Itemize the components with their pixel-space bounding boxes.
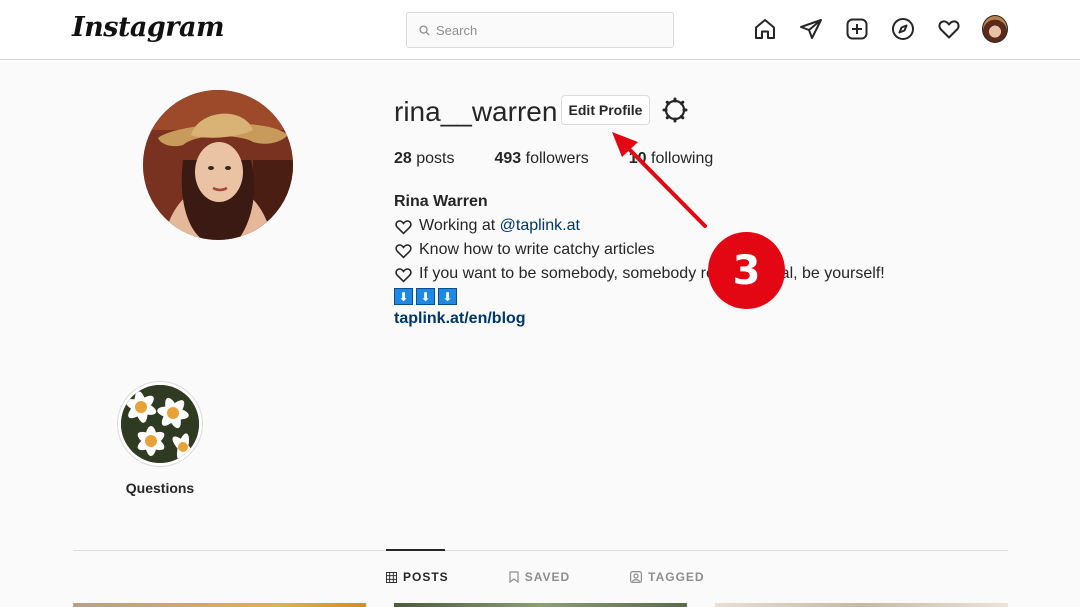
website-link[interactable]: taplink.at/en/blog	[394, 310, 526, 327]
direct-send-icon[interactable]	[798, 16, 824, 42]
profile-tabs: POSTS SAVED TAGGED	[386, 570, 765, 584]
highlight-label: Questions	[125, 480, 195, 496]
tab-label: TAGGED	[648, 570, 705, 584]
posts-count: 28 posts	[394, 150, 455, 167]
bio-text: Know how to write catchy articles	[419, 241, 655, 258]
profile-bio: Rina Warren Working at @taplink.at Know …	[394, 190, 954, 331]
heart-icon	[395, 267, 412, 283]
activity-heart-icon[interactable]	[936, 16, 962, 42]
tab-saved[interactable]: SAVED	[509, 570, 570, 584]
profile-avatar[interactable]	[982, 14, 1008, 43]
down-arrow-icon: ⬇	[438, 288, 457, 305]
top-navigation-bar: Instagram	[0, 0, 1080, 60]
active-tab-indicator	[386, 549, 445, 551]
heart-icon	[395, 219, 412, 235]
instagram-logo[interactable]: Instagram	[72, 12, 225, 43]
bio-line: If you want to be somebody, somebody rea…	[394, 262, 954, 286]
tab-posts[interactable]: POSTS	[386, 570, 449, 584]
avatar	[982, 14, 1008, 43]
profile-stats: 28 posts 493 followers 10 following	[394, 150, 753, 168]
following-link[interactable]: 10 following	[629, 150, 714, 168]
down-arrow-emojis: ⬇ ⬇ ⬇	[394, 288, 954, 305]
tab-label: SAVED	[524, 570, 571, 584]
edit-profile-button[interactable]: Edit Profile	[561, 95, 650, 125]
highlight-cover-image	[121, 385, 199, 463]
home-icon[interactable]	[752, 16, 778, 42]
settings-gear-icon[interactable]	[662, 97, 688, 123]
step-number-badge: 3	[708, 232, 785, 309]
bio-text: Working at	[419, 217, 496, 234]
bio-line: Working at @taplink.at	[394, 214, 954, 238]
down-arrow-icon: ⬇	[416, 288, 435, 305]
profile-picture[interactable]	[143, 90, 293, 240]
tagged-icon	[630, 571, 643, 583]
down-arrow-icon: ⬇	[394, 288, 413, 305]
taplink-mention-link[interactable]: @taplink.at	[500, 214, 580, 238]
tab-tagged[interactable]: TAGGED	[630, 570, 704, 584]
search-icon	[419, 24, 430, 36]
explore-icon[interactable]	[890, 16, 916, 42]
bio-line: Know how to write catchy articles	[394, 238, 954, 262]
post-thumbnail[interactable]	[715, 603, 1008, 607]
search-input[interactable]	[436, 22, 656, 38]
heart-icon	[395, 243, 412, 259]
search-box[interactable]	[406, 12, 674, 48]
profile-username: rina__warren	[394, 96, 558, 127]
tab-label: POSTS	[403, 570, 449, 584]
tabs-divider	[73, 550, 1008, 551]
followers-link[interactable]: 493 followers	[494, 150, 588, 168]
post-thumbnail[interactable]	[394, 603, 687, 607]
profile-full-name: Rina Warren	[394, 193, 488, 210]
bio-text: If you want to be somebody, somebody rea…	[419, 265, 885, 282]
post-thumbnail[interactable]	[73, 603, 366, 607]
new-post-icon[interactable]	[844, 16, 870, 42]
bookmark-icon	[509, 571, 519, 583]
grid-icon	[386, 571, 397, 583]
nav-icons	[752, 14, 1008, 43]
story-highlight[interactable]	[117, 381, 203, 467]
